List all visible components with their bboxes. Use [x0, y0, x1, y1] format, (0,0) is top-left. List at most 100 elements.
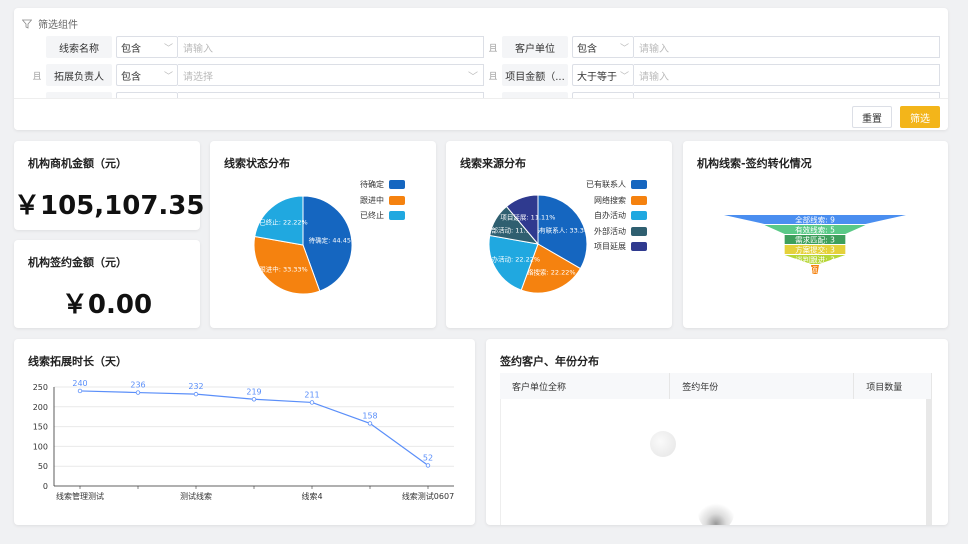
- point-data-label: 232: [188, 382, 203, 391]
- legend-swatch: [389, 211, 405, 221]
- line-point[interactable]: [251, 397, 257, 402]
- y-tick-label: 250: [33, 383, 48, 392]
- operator-value: 大于等于: [577, 71, 617, 83]
- legend-swatch: [631, 226, 647, 236]
- conjunction-label: 且: [488, 43, 498, 54]
- card-title: 机构商机金额（元）: [28, 157, 127, 170]
- legend-swatch: [389, 195, 405, 205]
- funnel-data-label: 方案提交: 3: [795, 245, 835, 255]
- y-tick-label: 150: [33, 423, 48, 432]
- legend-swatch: [631, 195, 647, 205]
- filter-panel: 筛选组件 线索名称 包含 ﹀ 请输入 且 客户单位 包含 ﹀ 请输入 且 拓展负责人…: [14, 8, 948, 130]
- input-placeholder: 请输入: [639, 43, 669, 55]
- filter-row-customer: 且 客户单位 包含 ﹀ 请输入: [484, 36, 940, 58]
- y-tick-label: 200: [33, 403, 48, 412]
- conversion-funnel-card: 机构线索-签约转化情况 全部线索: 9 有效线索: 5 需求匹配: 3 方案提交: 3…: [683, 141, 948, 328]
- value-input[interactable]: 请输入: [634, 64, 940, 86]
- funnel-data-label: 谈判跟进: 3: [795, 255, 835, 265]
- legend-label: 项目延展: [594, 242, 626, 252]
- chevron-down-icon: ﹀: [163, 43, 173, 54]
- reset-button[interactable]: 重置: [852, 106, 892, 128]
- input-placeholder: 请选择: [183, 71, 213, 83]
- filter-button[interactable]: 筛选: [900, 106, 940, 128]
- x-tick-label: 线索管理测试: [56, 491, 104, 501]
- chevron-down-icon: ﹀: [163, 71, 173, 82]
- table-header-row: 客户单位全称 签约年份 项目数量: [500, 373, 932, 399]
- legend-item[interactable]: 项目延展: [586, 239, 647, 255]
- column-header[interactable]: 签约年份: [669, 373, 855, 399]
- card-title: 机构签约金额（元）: [28, 256, 127, 269]
- filter-field-label: 项目金额（...: [502, 64, 568, 86]
- operator-select[interactable]: 包含 ﹀: [116, 64, 178, 86]
- loading-spinner-icon: [698, 495, 734, 525]
- pie-data-label: 自办活动: 22.22%: [485, 255, 540, 264]
- filter-field-label: 拓展负责人: [46, 64, 112, 86]
- filter-icon: [22, 19, 32, 29]
- line-point[interactable]: [309, 400, 315, 405]
- filter-row-lead-name: 线索名称 包含 ﹀ 请输入: [28, 36, 484, 58]
- card-title: 签约客户、年份分布: [500, 355, 599, 368]
- status-distribution-card: 线索状态分布 待确定: 44.45% 跟进中: 33.33% 已终止: 22.22%…: [210, 141, 436, 328]
- point-data-label: 211: [304, 390, 319, 399]
- status-pie-chart: 待确定: 44.45% 跟进中: 33.33% 已终止: 22.22%: [253, 195, 358, 295]
- operator-value: 包含: [121, 71, 141, 83]
- point-data-label: 240: [72, 379, 87, 388]
- funnel-data-label: 需求匹配: 3: [795, 235, 835, 245]
- funnel-data-label: 签约项目: 0: [795, 265, 835, 275]
- legend-item[interactable]: 网络搜索: [586, 193, 647, 209]
- signed-customer-card: 签约客户、年份分布 客户单位全称 签约年份 项目数量: [486, 339, 948, 525]
- pie-data-label: 待确定: 44.45%: [309, 236, 358, 245]
- operator-value: 包含: [121, 43, 141, 55]
- y-tick-label: 50: [38, 462, 48, 471]
- legend-item[interactable]: 已终止: [360, 208, 405, 224]
- legend-item[interactable]: 跟进中: [360, 193, 405, 209]
- legend-item[interactable]: 已有联系人: [586, 177, 647, 193]
- pie-data-label: 已终止: 22.22%: [259, 218, 308, 227]
- value-input[interactable]: 请输入: [634, 36, 940, 58]
- legend-item[interactable]: 自办活动: [586, 208, 647, 224]
- conjunction-label: 且: [488, 71, 498, 82]
- operator-select[interactable]: 大于等于 ﹀: [572, 64, 634, 86]
- line-point[interactable]: [367, 421, 373, 426]
- line-point[interactable]: [135, 390, 141, 395]
- line-point[interactable]: [77, 388, 83, 394]
- value-select[interactable]: 请选择 ﹀: [178, 64, 484, 86]
- line-point[interactable]: [193, 391, 199, 397]
- chevron-down-icon: ﹀: [619, 71, 629, 82]
- operator-select[interactable]: 包含 ﹀: [572, 36, 634, 58]
- legend-item[interactable]: 待确定: [360, 177, 405, 193]
- funnel-data-label: 全部线索: 9: [795, 215, 835, 225]
- conversion-funnel-chart: 全部线索: 9有效线索: 5需求匹配: 3方案提交: 3谈判跟进: 3签约项目:…: [724, 215, 906, 275]
- input-placeholder: 请输入: [639, 71, 669, 83]
- column-header[interactable]: 客户单位全称: [500, 373, 671, 399]
- y-tick-label: 0: [43, 482, 48, 491]
- legend-label: 已终止: [360, 211, 384, 221]
- legend-label: 跟进中: [360, 195, 384, 205]
- line-series: [79, 390, 429, 466]
- loading-spinner-icon: [650, 431, 676, 457]
- line-point[interactable]: [425, 463, 431, 468]
- column-header[interactable]: 项目数量: [853, 373, 932, 399]
- signed-amount-card: 机构签约金额（元） ￥0.00: [14, 240, 200, 328]
- legend-item[interactable]: 外部活动: [586, 224, 647, 240]
- operator-select[interactable]: 包含 ﹀: [116, 36, 178, 58]
- legend-label: 已有联系人: [586, 180, 626, 190]
- legend-label: 待确定: [360, 180, 384, 190]
- status-legend: 待确定 跟进中 已终止: [360, 177, 405, 224]
- legend-swatch: [631, 180, 647, 190]
- filter-row-amount: 且 项目金额（... 大于等于 ﹀ 请输入: [484, 64, 940, 86]
- point-data-label: 236: [130, 381, 145, 390]
- conjunction-label: 且: [32, 71, 42, 82]
- x-tick-label: 测试线索: [180, 491, 212, 501]
- legend-label: 外部活动: [594, 226, 626, 236]
- point-data-label: 219: [246, 387, 261, 396]
- funnel-data-label: 有效线索: 5: [795, 225, 835, 235]
- lead-duration-line-chart: 0 50 100 150 200 250 240 线索管理测试 236 232 测试线索 219 211…: [33, 379, 454, 501]
- y-tick-label: 100: [33, 442, 48, 451]
- x-tick-label: 线索4: [301, 491, 322, 501]
- x-tick-label: 线索测试0607: [402, 491, 454, 501]
- legend-label: 自办活动: [594, 211, 626, 221]
- value-input[interactable]: 请输入: [178, 36, 484, 58]
- legend-label: 网络搜索: [594, 195, 626, 205]
- legend-swatch: [631, 211, 647, 221]
